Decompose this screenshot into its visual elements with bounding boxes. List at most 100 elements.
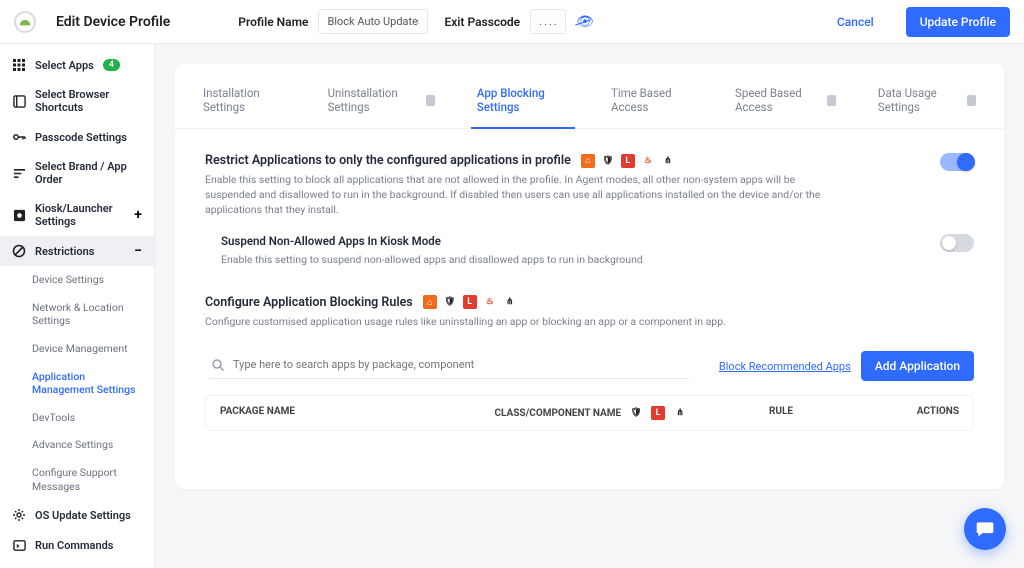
expand-icon[interactable]: + [134,208,142,222]
update-profile-button[interactable]: Update Profile [906,7,1010,37]
info-badge-icon [827,95,836,106]
sub-item-support-messages[interactable]: Configure Support Messages [6,459,154,500]
tree-mode-icon: ⋔ [503,295,517,309]
l-mode-icon: L [651,406,665,420]
android-icon [18,15,32,29]
sub-item-devtools[interactable]: DevTools [6,404,154,432]
profile-name-label: Profile Name [238,15,308,29]
sidebar-item-label: Run Commands [35,539,113,552]
gear-icon [12,508,26,522]
sub-item-advance-settings[interactable]: Advance Settings [6,431,154,459]
sub-item-application-management[interactable]: Application Management Settings [6,363,154,404]
info-badge-icon [967,95,976,106]
info-badge-icon [426,95,435,106]
blocking-rules-table: PACKAGE NAME CLASS/COMPONENT NAME 🛡 L ⋔ … [205,395,974,431]
shield-mode-icon: 🛡 [443,295,457,309]
sidebar-item-label: OS Update Settings [35,509,131,522]
blocking-rules-desc: Configure customised application usage r… [205,314,825,329]
add-application-button[interactable]: Add Application [861,351,974,381]
sidebar-item-label: Kiosk/Launcher Settings [35,202,125,228]
tab-bar: Installation Settings Uninstallation Set… [175,64,1004,129]
terminal-icon [12,538,26,552]
section-restrict-apps: Restrict Applications to only the config… [205,153,974,267]
shield-mode-icon: 🛡 [629,406,643,420]
tab-data-usage-settings[interactable]: Data Usage Settings [878,64,976,128]
tree-mode-icon: ⋔ [661,154,675,168]
tab-speed-based-access[interactable]: Speed Based Access [735,64,836,128]
col-package-name: PACKAGE NAME [220,406,495,420]
table-header: PACKAGE NAME CLASS/COMPONENT NAME 🛡 L ⋔ … [206,396,973,430]
brand-logo [14,11,36,33]
restrict-apps-desc: Enable this setting to block all applica… [205,172,825,218]
sidebar-item-restrictions[interactable]: Restrictions − [0,236,154,266]
launcher-icon [12,208,26,222]
block-icon [12,244,26,258]
sidebar-item-run-commands[interactable]: Run Commands [0,530,154,560]
chat-support-button[interactable] [964,508,1006,550]
key-icon [12,130,26,144]
sub-item-network-location[interactable]: Network & Location Settings [6,294,154,335]
tab-time-based-access[interactable]: Time Based Access [611,64,693,128]
profile-name-field: Profile Name [238,9,428,34]
l-mode-icon: L [463,295,477,309]
tab-installation-settings[interactable]: Installation Settings [203,64,286,128]
sidebar-item-os-update[interactable]: OS Update Settings [0,500,154,530]
browser-icon [12,94,26,108]
sidebar-item-label: Passcode Settings [35,131,127,144]
page-title: Edit Device Profile [56,14,170,30]
toggle-passcode-visibility-icon[interactable]: 👁 [576,14,594,30]
suspend-apps-title: Suspend Non-Allowed Apps In Kiosk Mode [221,234,441,248]
sub-item-device-settings[interactable]: Device Settings [6,266,154,294]
mode-badges: ⌂ 🛡 L ♨ ⋔ [423,295,517,309]
sidebar-item-label: Select Brand / App Order [35,160,142,186]
home-mode-icon: ⌂ [581,154,595,168]
cancel-button[interactable]: Cancel [837,15,874,29]
restrict-apps-toggle[interactable] [940,153,974,171]
col-rule: RULE [769,406,879,420]
exit-passcode-label: Exit Passcode [444,15,520,29]
topbar: Edit Device Profile Profile Name Exit Pa… [0,0,1024,44]
mode-badges: ⌂ 🛡 L ♨ ⋔ [581,154,675,168]
restrictions-sublist: Device Settings Network & Location Setti… [0,266,154,500]
sidebar-item-kiosk-launcher[interactable]: Kiosk/Launcher Settings + [0,194,154,236]
tab-uninstallation-settings[interactable]: Uninstallation Settings [328,64,435,128]
collapse-icon[interactable]: − [134,244,142,258]
sort-icon [12,166,26,180]
suspend-apps-toggle[interactable] [940,234,974,252]
chat-icon [975,519,995,539]
col-actions: ACTIONS [879,406,959,420]
sub-item-device-management[interactable]: Device Management [6,335,154,363]
shield-mode-icon: 🛡 [601,154,615,168]
block-recommended-apps-link[interactable]: Block Recommended Apps [719,360,851,373]
fire-mode-icon: ♨ [483,295,497,309]
search-icon [211,358,225,372]
tree-mode-icon: ⋔ [673,406,687,420]
section-blocking-rules: Configure Application Blocking Rules ⌂ 🛡… [205,295,974,431]
sidebar-item-label: Select Browser Shortcuts [35,88,142,114]
sidebar-item-label: Select Apps [35,59,94,72]
apps-count-badge: 4 [103,59,120,71]
search-apps-field[interactable] [209,354,689,379]
restrict-apps-title: Restrict Applications to only the config… [205,153,571,168]
sidebar-item-brand-app-order[interactable]: Select Brand / App Order [0,152,154,194]
l-mode-icon: L [621,154,635,168]
fire-mode-icon: ♨ [641,154,655,168]
settings-panel: Installation Settings Uninstallation Set… [175,64,1004,489]
col-class-component: CLASS/COMPONENT NAME 🛡 L ⋔ [495,406,770,420]
sidebar: Select Apps 4 Select Browser Shortcuts P… [0,44,155,568]
tab-app-blocking-settings[interactable]: App Blocking Settings [477,64,569,128]
blocking-rules-title: Configure Application Blocking Rules [205,295,413,310]
exit-passcode-input[interactable] [530,9,566,34]
sidebar-item-browser-shortcuts[interactable]: Select Browser Shortcuts [0,80,154,122]
exit-passcode-field: Exit Passcode 👁 [444,9,593,34]
apps-grid-icon [12,58,26,72]
suspend-apps-desc: Enable this setting to suspend non-allow… [221,252,643,267]
sidebar-item-label: Restrictions [35,245,94,258]
home-mode-icon: ⌂ [423,295,437,309]
sidebar-item-oem-config[interactable]: OEM Configuration [0,560,154,568]
search-apps-input[interactable] [233,358,687,371]
main-content: Installation Settings Uninstallation Set… [155,44,1024,568]
profile-name-input[interactable] [318,9,428,34]
sidebar-item-passcode-settings[interactable]: Passcode Settings [0,122,154,152]
sidebar-item-select-apps[interactable]: Select Apps 4 [0,50,154,80]
